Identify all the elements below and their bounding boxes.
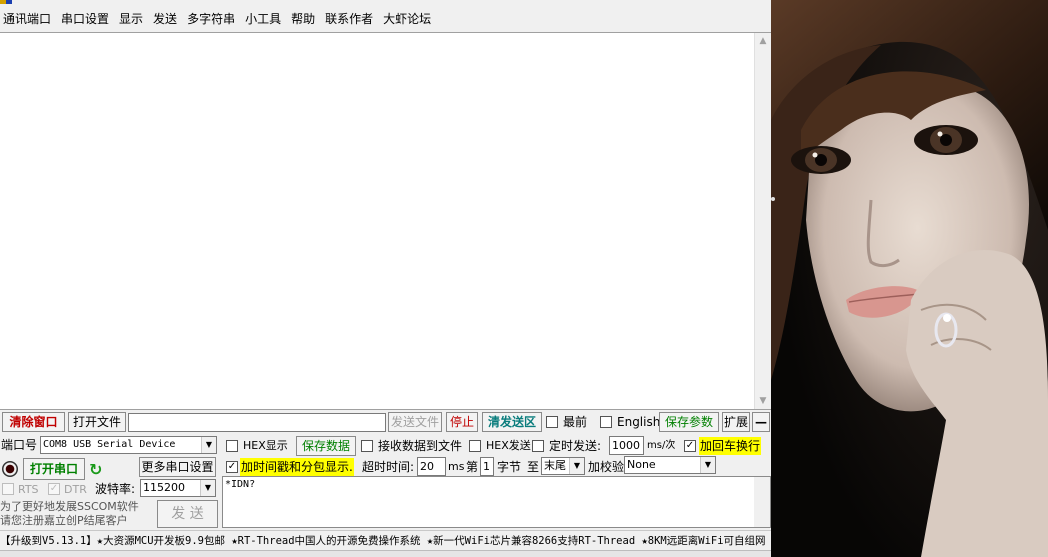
timeout-input[interactable]: 20	[417, 457, 446, 476]
send-textarea[interactable]: *IDN?	[222, 476, 771, 528]
chevron-down-icon[interactable]: ▼	[569, 458, 584, 474]
send-button[interactable]: 发 送	[157, 500, 218, 528]
send-scrollbar[interactable]	[754, 477, 770, 527]
checksum-value: None	[627, 458, 656, 471]
menu-bar: 通讯端口 串口设置 显示 发送 多字符串 小工具 帮助 联系作者 大虾论坛	[0, 8, 771, 30]
baud-value: 115200	[143, 481, 185, 494]
menu-send[interactable]: 发送	[150, 8, 184, 30]
refresh-icon[interactable]: ↻	[89, 460, 102, 479]
recv-to-file-checkbox[interactable]	[361, 440, 373, 452]
save-data-button[interactable]: 保存数据	[296, 436, 356, 456]
hex-display-checkbox[interactable]	[226, 440, 238, 452]
append-crlf-checkbox[interactable]: ✓	[684, 440, 696, 452]
save-params-button[interactable]: 保存参数	[659, 412, 719, 432]
menu-multi-string[interactable]: 多字符串	[184, 8, 242, 30]
status-bar	[0, 550, 771, 557]
hex-send-label: HEX发送	[486, 439, 531, 452]
hex-display-label: HEX显示	[243, 439, 288, 452]
more-settings-button[interactable]: 更多串口设置	[139, 457, 216, 477]
dtr-checkbox[interactable]: ✓	[48, 483, 60, 495]
checksum-select[interactable]: None ▼	[624, 456, 716, 474]
collapse-button[interactable]: —	[752, 412, 770, 432]
append-crlf-label: 加回车换行	[699, 437, 762, 455]
open-file-button[interactable]: 打开文件	[68, 412, 126, 432]
end-value: 末尾	[544, 459, 566, 472]
baud-label: 波特率:	[95, 482, 136, 496]
receive-area[interactable]: ▲ ▼	[0, 32, 771, 410]
port-label: 端口号	[1, 438, 38, 452]
recv-to-file-label: 接收数据到文件	[378, 439, 463, 453]
timestamp-checkbox[interactable]: ✓	[226, 461, 238, 473]
menu-tools[interactable]: 小工具	[242, 8, 288, 30]
file-path-input[interactable]	[128, 413, 386, 432]
timed-send-label: 定时发送:	[549, 439, 602, 453]
rts-checkbox[interactable]	[2, 483, 14, 495]
menu-help[interactable]: 帮助	[288, 8, 322, 30]
send-file-button[interactable]: 发送文件	[388, 412, 442, 432]
menu-forum[interactable]: 大虾论坛	[380, 8, 438, 30]
file-toolbar: 清除窗口 打开文件 发送文件 停止 清发送区 最前 English 保存参数 扩…	[0, 412, 771, 433]
timestamp-label: 加时间戳和分包显示.	[240, 458, 354, 476]
expand-button[interactable]: 扩展	[722, 412, 750, 432]
portrait-photo	[771, 0, 1048, 557]
byte-index-input[interactable]: 1	[480, 457, 494, 476]
receive-scrollbar[interactable]: ▲ ▼	[754, 33, 771, 409]
clear-send-button[interactable]: 清发送区	[482, 412, 542, 432]
topmost-label: 最前	[563, 415, 588, 429]
stop-button[interactable]: 停止	[446, 412, 478, 432]
to-label: 至	[527, 460, 540, 474]
chevron-down-icon[interactable]: ▼	[201, 437, 216, 453]
ad-ticker[interactable]: 【升级到V5.13.1】★大资源MCU开发板9.9包邮 ★RT-Thread中国…	[0, 530, 771, 550]
port-status-icon	[2, 461, 18, 477]
timed-send-checkbox[interactable]	[532, 440, 544, 452]
port-select[interactable]: COM8 USB Serial Device ▼	[40, 436, 217, 454]
title-strip	[0, 0, 771, 8]
menu-contact[interactable]: 联系作者	[322, 8, 380, 30]
interval-input[interactable]: 1000	[609, 436, 644, 455]
promo-text: 为了更好地发展SSCOM软件 请您注册嘉立创P结尾客户	[0, 500, 139, 528]
sscom-window: 通讯端口 串口设置 显示 发送 多字符串 小工具 帮助 联系作者 大虾论坛 ▲ …	[0, 0, 771, 557]
app-icon	[0, 0, 12, 4]
nth-label: 第	[466, 460, 479, 474]
hex-send-checkbox[interactable]	[469, 440, 481, 452]
menu-display[interactable]: 显示	[116, 8, 150, 30]
portrait-image	[771, 0, 1048, 557]
promo-line-1: 为了更好地发展SSCOM软件	[0, 500, 139, 513]
scroll-down-icon[interactable]: ▼	[755, 393, 771, 409]
open-port-button[interactable]: 打开串口	[23, 458, 85, 480]
baud-select[interactable]: 115200 ▼	[140, 479, 216, 497]
end-select[interactable]: 末尾 ▼	[541, 457, 585, 475]
checksum-label: 加校验	[588, 460, 625, 474]
english-label: English	[617, 415, 661, 429]
interval-unit: ms/次	[647, 440, 676, 451]
byte-label: 字节	[497, 460, 522, 474]
scroll-up-icon[interactable]: ▲	[755, 33, 771, 49]
topmost-checkbox[interactable]	[546, 416, 558, 428]
rts-label: RTS	[18, 483, 39, 496]
timeout-label: 超时时间:	[362, 460, 415, 474]
chevron-down-icon[interactable]: ▼	[700, 457, 715, 473]
menu-comm-port[interactable]: 通讯端口	[0, 8, 58, 30]
clear-window-button[interactable]: 清除窗口	[2, 412, 65, 432]
chevron-down-icon[interactable]: ▼	[200, 480, 215, 496]
promo-line-2: 请您注册嘉立创P结尾客户	[0, 514, 128, 527]
dtr-label: DTR	[64, 483, 87, 496]
menu-serial-settings[interactable]: 串口设置	[58, 8, 116, 30]
timeout-unit: ms	[448, 460, 465, 473]
send-text: *IDN?	[225, 479, 256, 490]
port-value: COM8 USB Serial Device	[43, 439, 176, 450]
english-checkbox[interactable]	[600, 416, 612, 428]
